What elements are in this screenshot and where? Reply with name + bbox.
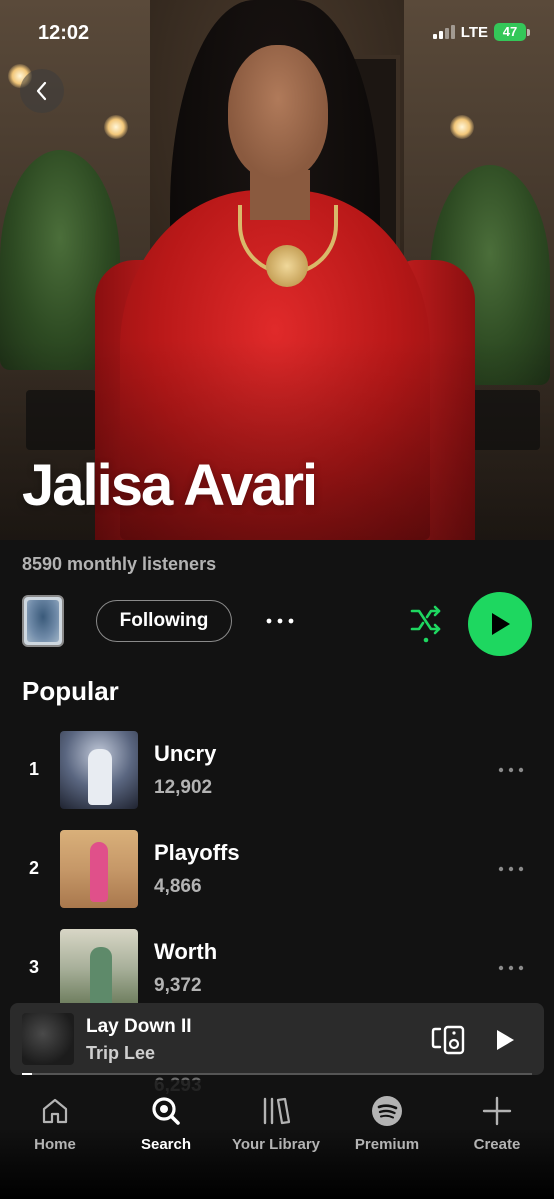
- shuffle-icon: [410, 605, 441, 643]
- hero-figure-pendant: [266, 245, 308, 287]
- hero-wall-lamp: [450, 115, 474, 139]
- more-horizontal-icon: [498, 866, 524, 872]
- nav-label: Premium: [354, 1136, 420, 1153]
- hero-figure-face: [228, 45, 328, 180]
- more-horizontal-icon: [498, 767, 524, 773]
- artist-name: Jalisa Avari: [22, 453, 318, 518]
- speaker-device-icon: [431, 1025, 465, 1055]
- mini-player-play-button[interactable]: [488, 1023, 522, 1057]
- now-playing-artwork: [22, 1013, 74, 1065]
- more-options-button[interactable]: [262, 604, 298, 638]
- track-artwork: [60, 830, 138, 908]
- battery-level: 47: [494, 23, 526, 41]
- track-title: Uncry: [154, 741, 217, 766]
- track-artwork: [60, 929, 138, 1007]
- popular-section-title: Popular: [22, 676, 119, 706]
- track-row[interactable]: 1 Uncry 12,902: [0, 731, 554, 811]
- play-icon: [492, 613, 510, 635]
- now-playing-artist: Trip Lee: [86, 1043, 156, 1063]
- nav-home[interactable]: Home: [0, 1094, 110, 1153]
- connect-device-button[interactable]: [430, 1023, 466, 1057]
- battery-icon: 47: [494, 23, 530, 41]
- artist-preview-thumbnail[interactable]: [22, 595, 64, 647]
- following-button[interactable]: Following: [96, 600, 232, 642]
- track-row[interactable]: 2 Playoffs 4,866: [0, 830, 554, 910]
- monthly-listeners: 8590 monthly listeners: [22, 554, 217, 574]
- library-icon: [263, 1097, 291, 1125]
- spotify-icon: [372, 1096, 402, 1126]
- back-button[interactable]: [20, 69, 64, 113]
- playback-progress-fill: [22, 1073, 33, 1075]
- nav-label: Your Library: [231, 1136, 321, 1153]
- plus-icon: [482, 1096, 512, 1126]
- shuffle-button[interactable]: [406, 602, 446, 644]
- nav-label: Search: [140, 1136, 192, 1153]
- nav-label: Home: [34, 1136, 76, 1153]
- signal-icon: [432, 25, 455, 39]
- track-more-button[interactable]: [494, 955, 528, 981]
- more-horizontal-icon: [266, 618, 294, 624]
- play-icon: [497, 1030, 514, 1050]
- nav-search[interactable]: Search: [111, 1094, 221, 1153]
- playback-progress-bar[interactable]: [22, 1073, 532, 1075]
- nav-create[interactable]: Create: [442, 1094, 552, 1153]
- nav-your-library[interactable]: Your Library: [221, 1094, 331, 1153]
- now-playing-title: Lay Down II: [86, 1016, 192, 1037]
- more-horizontal-icon: [498, 965, 524, 971]
- track-title: Worth: [154, 939, 218, 964]
- network-type: LTE: [460, 23, 488, 41]
- mini-player[interactable]: Lay Down II Trip Lee: [10, 1003, 544, 1075]
- home-icon: [42, 1098, 68, 1124]
- track-rank: 1: [28, 759, 39, 779]
- track-artwork: [60, 731, 138, 809]
- nav-premium[interactable]: Premium: [332, 1094, 442, 1153]
- status-time: 12:02: [38, 22, 90, 44]
- search-icon: [152, 1097, 180, 1125]
- bottom-navigation: Home Search Your Library Premium Create: [0, 1080, 554, 1199]
- track-row[interactable]: 3 Worth 9,372: [0, 929, 554, 1009]
- track-rank: 3: [28, 957, 39, 977]
- chevron-left-icon: [36, 81, 47, 101]
- track-rank: 2: [28, 858, 39, 878]
- nav-label: Create: [473, 1136, 521, 1153]
- status-bar: 12:02 LTE 47: [0, 0, 554, 64]
- track-more-button[interactable]: [494, 757, 528, 783]
- play-button[interactable]: [468, 592, 532, 656]
- track-play-count: 4,866: [154, 876, 202, 897]
- track-title: Playoffs: [154, 840, 240, 865]
- artist-controls: Following: [22, 592, 532, 656]
- status-indicators: LTE 47: [432, 23, 530, 41]
- track-more-button[interactable]: [494, 856, 528, 882]
- hero-wall-lamp: [104, 115, 128, 139]
- track-play-count: 12,902: [154, 777, 213, 798]
- track-play-count: 9,372: [154, 975, 202, 996]
